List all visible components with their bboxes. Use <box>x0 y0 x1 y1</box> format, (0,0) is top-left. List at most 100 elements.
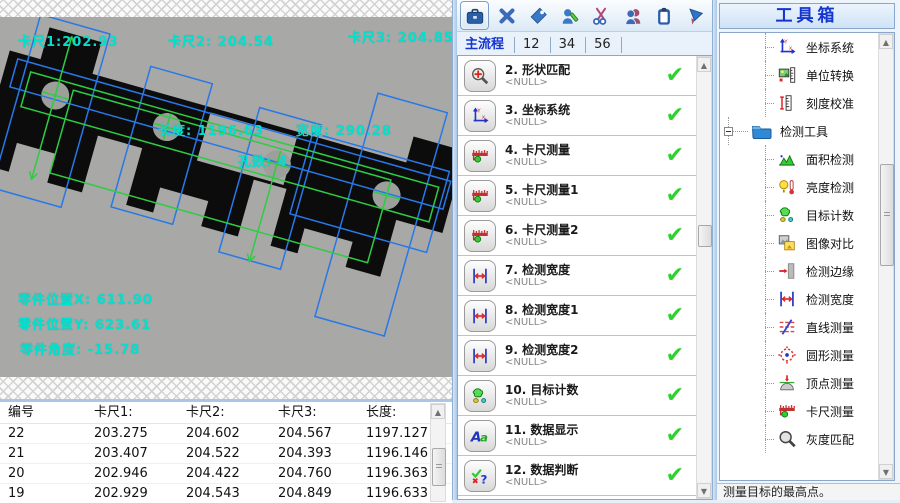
flag-icon[interactable] <box>682 2 709 29</box>
tree-item[interactable]: 刻度校准 <box>720 89 878 117</box>
step-item[interactable]: 4. 卡尺测量<NULL>✔ <box>458 136 712 176</box>
tree-item[interactable]: 灰度匹配 <box>720 425 878 453</box>
step-item[interactable]: 10. 目标计数<NULL>✔ <box>458 376 712 416</box>
tree-item-label: 检测宽度 <box>806 291 854 308</box>
tree-item[interactable]: 检测边缘 <box>720 257 878 285</box>
caliper-measure-icon <box>464 140 496 172</box>
flow-tab-34[interactable]: 34 <box>551 34 586 55</box>
step-item[interactable]: ?12. 数据判断<NULL>✔ <box>458 456 712 496</box>
steps-scrollbar[interactable]: ▲ ▼ <box>696 56 712 499</box>
tree-connector <box>765 397 766 411</box>
tag-icon[interactable] <box>525 2 552 29</box>
count-target-icon <box>776 204 798 226</box>
tree-connector <box>765 257 766 271</box>
step-item[interactable]: 2. 形状匹配<NULL>✔ <box>458 56 712 96</box>
tree-item[interactable]: 圆形测量 <box>720 341 878 369</box>
circle-measure-icon <box>776 344 798 366</box>
table-scroll-thumb[interactable] <box>432 448 446 486</box>
step-subtitle: <NULL> <box>505 477 578 489</box>
close-icon[interactable] <box>493 2 520 29</box>
tree-scroll-thumb[interactable] <box>880 164 894 266</box>
scroll-down-arrow[interactable]: ▼ <box>697 483 711 498</box>
tree-connector <box>765 159 766 173</box>
table-row[interactable]: 19202.929204.543204.8491196.633 <box>0 484 452 503</box>
step-item[interactable]: 6. 卡尺测量2<NULL>✔ <box>458 216 712 256</box>
image-viewer-pane: 卡尺1:202.93 卡尺2: 204.54 卡尺3: 204.85 长度: 1… <box>0 0 452 500</box>
step-item[interactable]: 5. 卡尺测量1<NULL>✔ <box>458 176 712 216</box>
step-item[interactable]: 8. 检测宽度1<NULL>✔ <box>458 296 712 336</box>
scroll-up-arrow[interactable]: ▲ <box>879 34 893 49</box>
tree-item-label: 卡尺测量 <box>806 403 854 420</box>
tree-connector <box>765 425 766 439</box>
table-row[interactable]: 22203.275204.602204.5671197.127 <box>0 424 452 444</box>
collapse-box[interactable] <box>724 127 733 136</box>
tree-item[interactable]: 目标计数 <box>720 201 878 229</box>
step-subtitle: <NULL> <box>505 317 578 329</box>
tree-connector <box>765 411 774 412</box>
gray-match-icon <box>776 428 798 450</box>
tree-item[interactable]: 亮度检测 <box>720 173 878 201</box>
tree-connector <box>765 187 774 188</box>
toolbox-pane: 工具箱 Yx坐标系统单位转换刻度校准检测工具面积检测亮度检测目标计数图像对比检测… <box>717 0 900 500</box>
flow-step-list: 2. 形状匹配<NULL>✔Yx3. 坐标系统<NULL>✔4. 卡尺测量<NU… <box>457 55 713 500</box>
scroll-up-arrow[interactable]: ▲ <box>697 57 711 72</box>
steps-scroll-thumb[interactable] <box>698 225 712 247</box>
users-icon[interactable] <box>619 2 646 29</box>
edit-user-icon[interactable] <box>556 2 583 29</box>
flow-tab-12[interactable]: 12 <box>515 34 550 55</box>
tree-item[interactable]: 图像对比 <box>720 229 878 257</box>
table-cell: 204.849 <box>270 484 358 503</box>
step-subtitle: <NULL> <box>505 117 570 129</box>
tree-item-label: 目标计数 <box>806 207 854 224</box>
tree-connector <box>765 33 766 47</box>
table-cell: 202.929 <box>86 484 178 503</box>
step-item[interactable]: Yx3. 坐标系统<NULL>✔ <box>458 96 712 136</box>
tree-connector <box>765 215 774 216</box>
tree-item[interactable]: 检测工具 <box>720 117 878 145</box>
tree-item[interactable]: 直线测量 <box>720 313 878 341</box>
data-display-icon: Aa <box>464 420 496 452</box>
step-title: 9. 检测宽度2 <box>505 343 578 357</box>
scroll-up-arrow[interactable]: ▲ <box>431 404 445 419</box>
toolbox-icon[interactable] <box>460 1 489 30</box>
step-subtitle: <NULL> <box>505 197 578 209</box>
brightness-detect-icon <box>776 176 798 198</box>
tree-item[interactable]: 单位转换 <box>720 61 878 89</box>
step-item[interactable]: 9. 检测宽度2<NULL>✔ <box>458 336 712 376</box>
tree-item[interactable]: 顶点测量 <box>720 369 878 397</box>
tree-scrollbar[interactable]: ▲ ▼ <box>878 33 894 480</box>
folder-icon <box>750 120 772 142</box>
paste-icon[interactable] <box>650 2 677 29</box>
camera-image[interactable]: 卡尺1:202.93 卡尺2: 204.54 卡尺3: 204.85 长度: 1… <box>0 17 452 377</box>
step-title: 4. 卡尺测量 <box>505 143 570 157</box>
step-item[interactable]: 7. 检测宽度<NULL>✔ <box>458 256 712 296</box>
transparency-checker-top <box>0 0 452 17</box>
flow-tab-56[interactable]: 56 <box>586 34 621 55</box>
tree-item-label: 灰度匹配 <box>806 431 854 448</box>
caliper-measure-icon <box>464 180 496 212</box>
table-cell: 22 <box>0 424 86 443</box>
cut-icon[interactable] <box>588 2 615 29</box>
tree-item[interactable]: 检测宽度 <box>720 285 878 313</box>
tree-item-label: 圆形测量 <box>806 347 854 364</box>
table-cell: 21 <box>0 444 86 463</box>
table-scrollbar[interactable]: ▲ <box>430 403 446 502</box>
step-item[interactable]: Aa11. 数据显示<NULL>✔ <box>458 416 712 456</box>
tree-connector <box>765 47 774 48</box>
annotation-caliper2: 卡尺2: 204.54 <box>168 31 274 50</box>
tree-item-label: 面积检测 <box>806 151 854 168</box>
tree-connector <box>765 215 766 229</box>
step-title: 8. 检测宽度1 <box>505 303 578 317</box>
unit-convert-icon <box>776 64 798 86</box>
step-subtitle: <NULL> <box>505 237 578 249</box>
tree-item[interactable]: 卡尺测量 <box>720 397 878 425</box>
tree-item[interactable]: 面积检测 <box>720 145 878 173</box>
table-row[interactable]: 21203.407204.522204.3931196.146 <box>0 444 452 464</box>
flow-tab-主流程[interactable]: 主流程 <box>457 30 514 55</box>
annotation-part-y: 零件位置Y: 623.61 <box>18 314 151 333</box>
table-row[interactable]: 20202.946204.422204.7601196.363 <box>0 464 452 484</box>
tree-item[interactable]: Yx坐标系统 <box>720 33 878 61</box>
svg-text:?: ? <box>480 472 487 486</box>
step-subtitle: <NULL> <box>505 77 570 89</box>
scroll-down-arrow[interactable]: ▼ <box>879 464 893 479</box>
